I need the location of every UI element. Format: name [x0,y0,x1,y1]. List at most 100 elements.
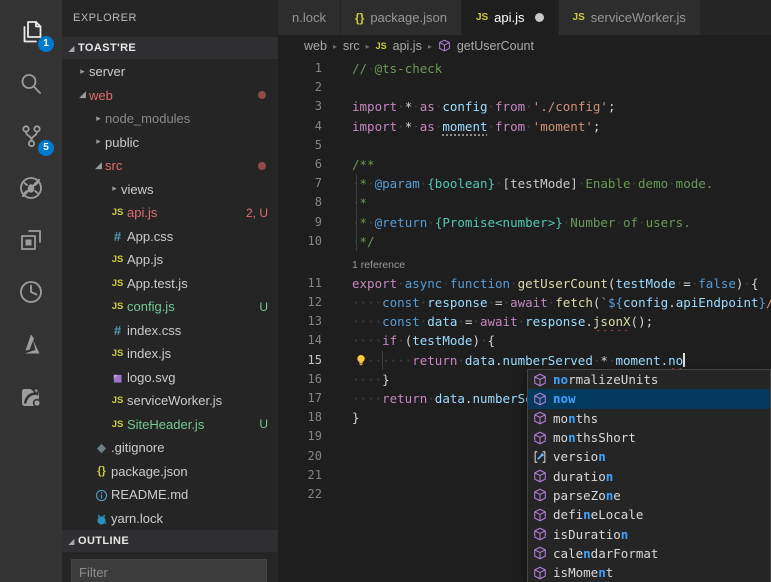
code-line: 2 [278,78,771,97]
chevron-right-icon: ▸ [366,42,370,51]
code-content: ·*·@param·{boolean}·[testMode]·Enable·de… [352,174,771,193]
tree-item-views[interactable]: ▸views [62,178,278,202]
tab-serviceWorker.js[interactable]: JSserviceWorker.js [559,0,700,35]
tree-item-package.json[interactable]: {}package.json [62,460,278,484]
tree-item-index.css[interactable]: #index.css [62,319,278,343]
file-label: web [89,88,113,103]
codelens-references[interactable]: 1 reference [278,251,771,274]
tree-item-node_modules[interactable]: ▸node_modules [62,107,278,131]
file-label: App.test.js [127,276,188,291]
outline-filter-input[interactable] [71,559,267,582]
tree-item-api.js[interactable]: JSapi.js2, U [62,201,278,225]
chevron-collapsed-icon: ▸ [92,114,105,124]
glyph-margin [322,59,352,78]
suggest-item-months[interactable]: months [528,409,770,428]
tree-item-serviceWorker.js[interactable]: JSserviceWorker.js [62,389,278,413]
breadcrumb-item[interactable]: api.js [393,39,422,53]
tree-item-logo.svg[interactable]: logo.svg [62,366,278,390]
symbol-method-icon [532,373,548,387]
symbol-method-icon [532,527,548,541]
indent-guide-line [356,174,357,193]
code-content: export·async·function·getUserCount(testM… [352,274,771,293]
css-file-icon: # [108,229,127,244]
symbol-method-icon [532,411,548,425]
code-line: 12····const·response·=·await·fetch(`${co… [278,293,771,312]
suggest-item-defineLocale[interactable]: defineLocale [528,505,770,524]
js-file-icon: JS [108,419,127,430]
activity-search[interactable] [0,58,62,110]
outline-section-header[interactable]: ◢ OUTLINE [62,530,278,552]
glyph-margin [322,427,352,446]
tab-n.lock[interactable]: n.lock [278,0,340,35]
line-number: 21 [278,466,322,485]
activity-explorer[interactable]: 1 [0,6,62,58]
code-line: 1//·@ts-check [278,59,771,78]
tree-item-yarn.lock[interactable]: yarn.lock [62,507,278,531]
glyph-margin [322,370,352,389]
css-file-icon: # [108,323,127,338]
glyph-margin [322,408,352,427]
code-content [352,78,771,97]
tree-item-public[interactable]: ▸public [62,131,278,155]
tree-item-SiteHeader.js[interactable]: JSSiteHeader.jsU [62,413,278,437]
tree-item-App.js[interactable]: JSApp.js [62,248,278,272]
code-line: 9·*·@return·{Promise<number>}·Number·of·… [278,213,771,232]
suggest-item-parseZone[interactable]: parseZone [528,486,770,505]
json-file-icon: {} [355,11,364,25]
suggest-item-isMoment[interactable]: isMoment [528,563,770,582]
code-line: 7·*·@param·{boolean}·[testMode]·Enable·d… [278,174,771,193]
tree-item-.gitignore[interactable]: .gitignore [62,436,278,460]
suggest-item-version[interactable]: version [528,447,770,466]
suggest-item-normalizeUnits[interactable]: normalizeUnits [528,370,770,389]
breadcrumb: web▸src▸JSapi.js▸getUserCount [278,35,771,57]
suggest-item-now[interactable]: now [528,389,770,408]
activity-azure[interactable] [0,318,62,370]
symbol-method-icon [532,546,548,560]
activity-deploy[interactable] [0,370,62,422]
file-label: serviceWorker.js [127,393,222,408]
tab-package.json[interactable]: {}package.json [341,0,461,35]
breadcrumb-item[interactable]: getUserCount [457,39,534,53]
activity-debug[interactable] [0,162,62,214]
suggest-item-calendarFormat[interactable]: calendarFormat [528,544,770,563]
suggest-label: parseZone [553,488,621,503]
glyph-margin [322,274,352,293]
activity-source-control[interactable]: 5 [0,110,62,162]
project-name: TOAST'RE [78,42,136,54]
tree-item-src[interactable]: ◢src [62,154,278,178]
activity-badge: 5 [38,140,54,156]
tree-item-README.md[interactable]: README.md [62,483,278,507]
suggest-item-duration[interactable]: duration [528,466,770,485]
breadcrumb-item[interactable]: src [343,39,360,53]
git-status-badge: U [259,300,268,314]
tree-item-App.css[interactable]: #App.css [62,225,278,249]
activity-extensions[interactable] [0,214,62,266]
chevron-collapsed-icon: ▸ [76,67,89,77]
text-cursor-icon [683,353,685,367]
chevron-expanded-icon: ◢ [92,161,105,171]
code-line: 15········return·data.numberServed·*·mom… [278,351,771,370]
sidebar-title: EXPLORER [62,0,278,37]
line-number: 1 [278,59,322,78]
suggest-item-isDuration[interactable]: isDuration [528,524,770,543]
tree-item-App.test.js[interactable]: JSApp.test.js [62,272,278,296]
js-file-icon: JS [108,348,127,359]
lightbulb-icon[interactable] [354,353,369,368]
activity-history[interactable] [0,266,62,318]
extensions-icon [17,226,45,254]
debug-icon [17,174,45,202]
breadcrumb-item[interactable]: web [304,39,327,53]
project-section-header[interactable]: ◢ TOAST'RE [62,37,278,59]
tree-item-server[interactable]: ▸server [62,60,278,84]
glyph-margin [322,293,352,312]
suggest-label: calendarFormat [553,546,658,561]
tree-item-web[interactable]: ◢web [62,84,278,108]
tree-item-index.js[interactable]: JSindex.js [62,342,278,366]
suggest-item-monthsShort[interactable]: monthsShort [528,428,770,447]
line-number: 14 [278,331,322,350]
tree-item-config.js[interactable]: JSconfig.jsU [62,295,278,319]
file-label: src [105,158,122,173]
tab-api.js[interactable]: JSapi.js [462,0,558,35]
js-file-icon: JS [108,207,127,218]
suggest-label: version [553,449,606,464]
